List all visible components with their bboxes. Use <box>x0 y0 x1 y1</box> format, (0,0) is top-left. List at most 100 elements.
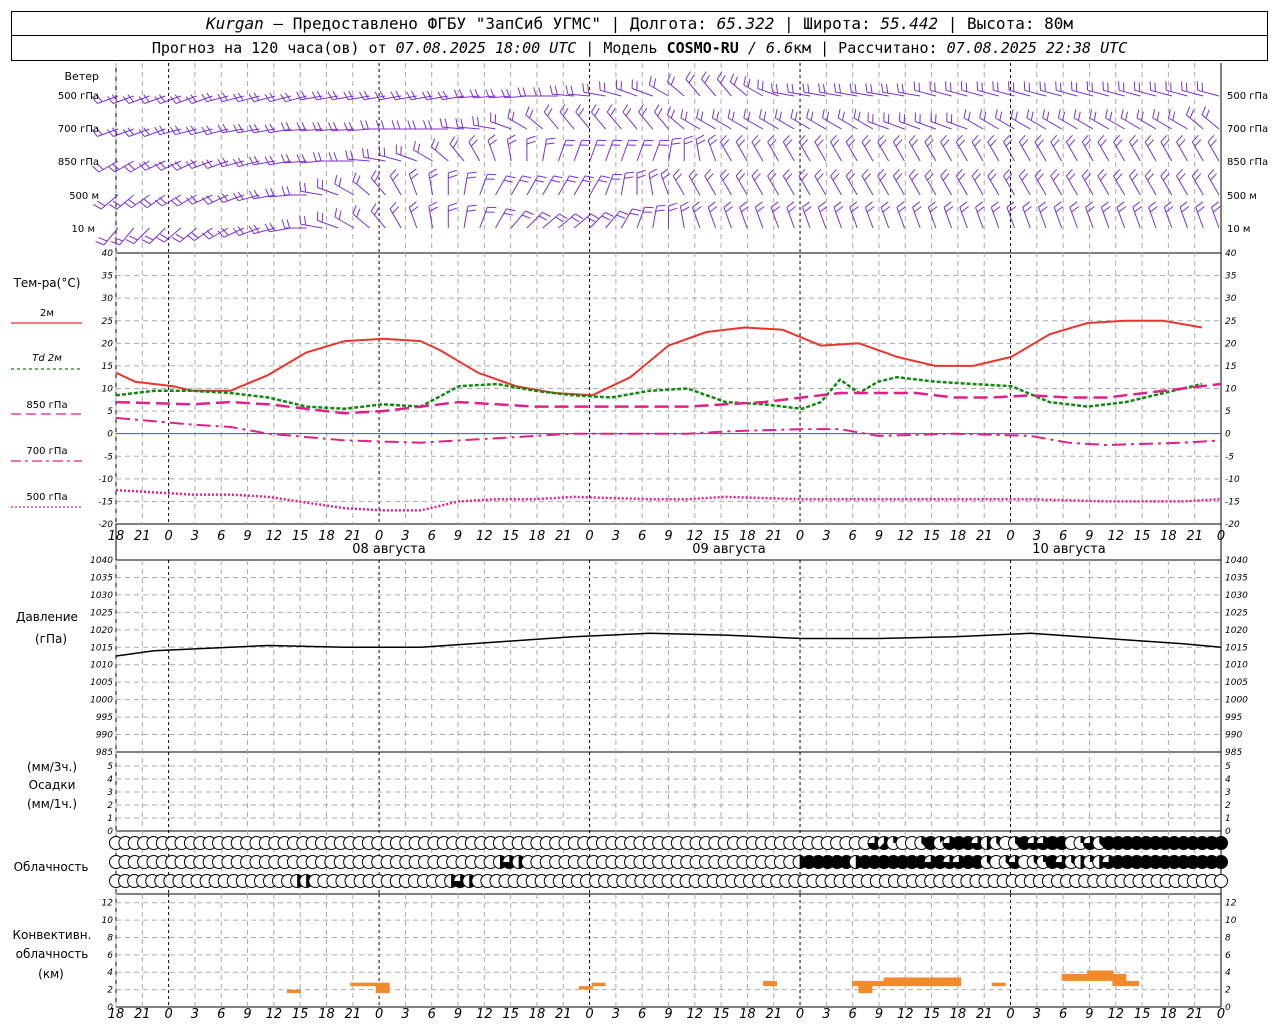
wind-barb-shaft <box>479 207 488 229</box>
wind-barb-feather <box>378 146 381 156</box>
wind-barb-feather <box>555 216 564 223</box>
wind-barb-shaft <box>1003 175 1015 196</box>
wind-barb-shaft <box>525 114 543 130</box>
time-tick-label: 15 <box>292 1007 309 1022</box>
wind-barb-shaft <box>1144 141 1157 162</box>
wind-barb-feather <box>879 139 887 147</box>
wind-barb-shaft <box>782 141 795 162</box>
pressure-tick-label: 1040 <box>1225 556 1248 566</box>
wind-barb-shaft <box>1003 141 1015 162</box>
wind-barb-feather <box>360 120 364 130</box>
wind-barb-feather <box>1021 139 1029 147</box>
wind-barb-feather <box>286 219 291 229</box>
pressure-tick-label: 1005 <box>90 678 113 688</box>
wind-barb-shaft <box>667 114 685 130</box>
wind-barb-feather <box>1118 81 1120 91</box>
wind-barb-shaft <box>495 175 507 196</box>
wind-barb-feather <box>945 206 954 213</box>
wind-barb-feather <box>421 91 428 101</box>
wind-barb-feather <box>735 134 743 143</box>
time-tick-label: 21 <box>555 529 572 544</box>
wind-barb-feather <box>538 215 548 221</box>
wind-barb-feather <box>590 104 597 113</box>
conv-tick-label: 8 <box>107 933 113 943</box>
wind-barb-shaft <box>652 140 661 162</box>
wind-barb-feather <box>127 198 136 206</box>
wind-barb-feather <box>1165 81 1167 91</box>
time-tick-label: 9 <box>454 1007 462 1022</box>
wind-barb-feather <box>670 76 676 86</box>
time-tick-label: 0 <box>796 529 804 544</box>
wind-barb-feather <box>304 183 307 193</box>
wind-barb-feather <box>156 236 165 243</box>
wind-barb-feather <box>1105 109 1108 119</box>
wind-barb-shaft <box>759 117 779 130</box>
wind-barb-feather <box>769 173 777 181</box>
time-tick-label: 12 <box>897 1007 914 1022</box>
wind-barb-feather <box>729 73 735 83</box>
wind-barb-shaft <box>100 194 119 210</box>
wind-barb-feather <box>587 84 590 94</box>
wind-barb-feather <box>636 169 646 174</box>
wind-barb-feather <box>160 233 169 240</box>
wind-barb-shaft <box>727 117 748 130</box>
wind-barb-feather <box>1037 139 1044 147</box>
wind-barb-feather <box>359 91 365 101</box>
wind-barb-feather <box>522 175 532 179</box>
wind-barb-feather <box>756 206 765 213</box>
wind-barb-shaft <box>133 227 150 244</box>
precip-unit-1h: (мм/1ч.) <box>27 797 77 811</box>
wind-barb-feather <box>801 173 808 181</box>
wind-barb-feather <box>449 136 456 145</box>
wind-barb-feather <box>366 149 370 159</box>
wind-barb-shaft <box>620 140 630 162</box>
wind-barb-shaft <box>735 175 748 196</box>
wind-barb-feather <box>1081 134 1089 143</box>
wind-barb-shaft <box>1191 175 1204 196</box>
wind-barb-feather <box>801 139 808 147</box>
wind-barb-shaft <box>334 216 355 229</box>
wind-barb-shaft <box>591 111 606 130</box>
wind-barb-feather <box>619 210 629 215</box>
pressure-tick-label: 990 <box>1225 731 1242 741</box>
wind-barb-feather <box>529 109 534 119</box>
wind-barb-feather <box>716 111 720 121</box>
convective-cloud-bar <box>763 980 778 987</box>
wind-barb-shaft <box>979 117 1000 130</box>
wind-barb-feather <box>782 134 790 143</box>
wind-barb-feather <box>437 91 443 101</box>
wind-barb-feather <box>739 201 748 208</box>
wind-barb-shaft <box>575 111 591 130</box>
wind-barb-feather <box>866 206 875 213</box>
time-tick-label: 9 <box>875 1007 883 1022</box>
wind-barb-feather <box>311 91 317 101</box>
wind-barb-feather <box>1144 168 1152 177</box>
wind-barb-feather <box>722 139 730 147</box>
wind-barb-feather <box>704 75 710 84</box>
wind-barb-shaft <box>636 140 646 162</box>
wind-barb-feather <box>942 139 950 147</box>
wind-barb-feather <box>688 75 695 84</box>
wind-barb-feather <box>649 173 659 179</box>
wind-barb-shaft <box>449 143 465 162</box>
wind-barb-feather <box>806 109 810 119</box>
time-tick-label: 9 <box>1085 1007 1093 1022</box>
wind-barb-feather <box>327 91 333 101</box>
time-tick-label: 9 <box>454 529 462 544</box>
time-tick-label: 3 <box>822 1007 830 1022</box>
precip-tick-label: 3 <box>107 788 113 798</box>
wind-barb-feather <box>448 174 458 179</box>
wind-barb-shaft <box>130 160 150 173</box>
wind-level-label: 500 м <box>69 191 99 202</box>
wind-title: Ветер <box>65 70 99 83</box>
wind-barb-feather <box>1042 109 1045 119</box>
wind-barb-feather <box>1089 109 1093 119</box>
wind-barb-feather <box>233 124 239 134</box>
wind-barb-shaft <box>620 208 633 229</box>
wind-barb-feather <box>1003 168 1010 177</box>
wind-barb-feather <box>125 239 135 245</box>
wind-barb-feather <box>785 173 793 181</box>
wind-barb-shaft <box>963 117 984 130</box>
wind-barb-shaft <box>1010 117 1031 130</box>
wind-barb-feather <box>774 109 778 119</box>
